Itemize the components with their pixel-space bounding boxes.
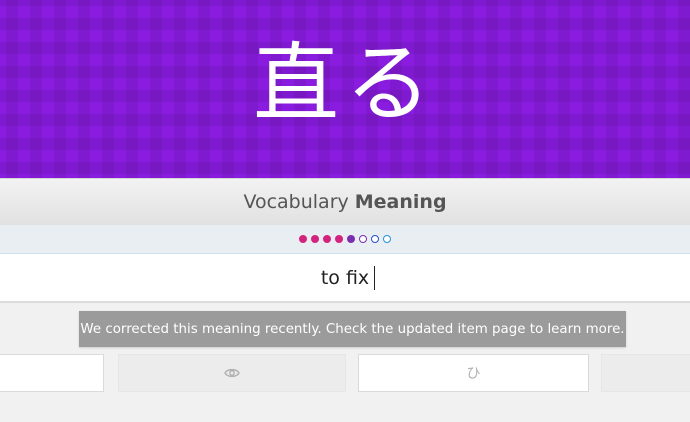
question-prompt: Vocabulary Meaning <box>0 178 690 226</box>
progress-dot-2 <box>311 235 319 243</box>
kana-toggle-button[interactable]: ひ <box>358 354 589 392</box>
answer-input[interactable] <box>0 254 690 301</box>
progress-dot-4 <box>335 235 343 243</box>
progress-dot-3 <box>323 235 331 243</box>
srs-progress-indicator <box>0 225 690 253</box>
progress-dot-5 <box>347 235 355 243</box>
additional-action-button[interactable] <box>601 354 690 392</box>
last-item-button[interactable] <box>0 354 104 392</box>
prompt-type: Vocabulary <box>243 191 349 213</box>
kana-toggle-label: ひ <box>466 366 481 382</box>
progress-dot-8 <box>383 235 391 243</box>
progress-dot-6 <box>359 235 367 243</box>
eye-icon <box>224 368 240 378</box>
correction-notice-tooltip: We corrected this meaning recently. Chec… <box>79 311 626 347</box>
item-characters: 直る <box>253 34 437 134</box>
answer-field-wrapper <box>0 253 690 303</box>
prompt-category: Meaning <box>354 191 447 213</box>
progress-dot-1 <box>299 235 307 243</box>
text-caret <box>374 266 375 290</box>
progress-dot-7 <box>371 235 379 243</box>
item-info-button[interactable] <box>118 354 346 392</box>
item-character-panel: 直る <box>0 0 690 178</box>
